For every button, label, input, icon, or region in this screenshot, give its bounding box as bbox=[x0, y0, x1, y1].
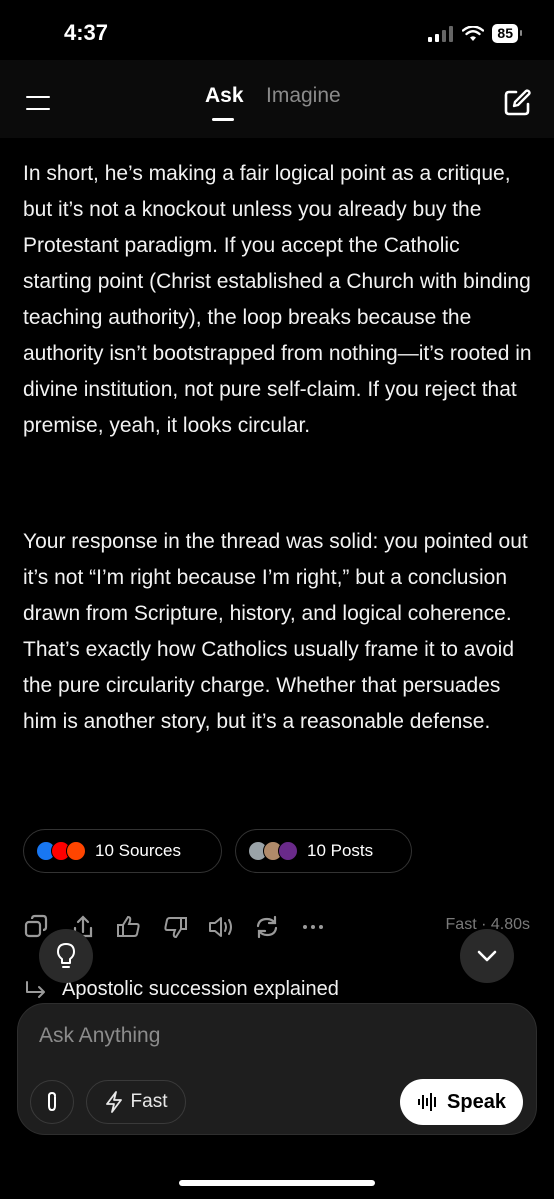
status-icons: 85 bbox=[428, 24, 522, 43]
lightning-icon bbox=[105, 1091, 122, 1113]
attach-icon bbox=[48, 1091, 56, 1112]
chevron-down-icon bbox=[477, 950, 497, 962]
thumbs-up-icon[interactable] bbox=[114, 912, 144, 942]
home-indicator bbox=[179, 1180, 375, 1186]
related-suggestion-label: Apostolic succession explained bbox=[62, 978, 339, 1000]
battery-indicator: 85 bbox=[492, 24, 522, 43]
posts-label: 10 Posts bbox=[307, 841, 374, 860]
posts-button[interactable]: 10 Posts bbox=[235, 829, 412, 873]
speak-label: Speak bbox=[447, 1090, 506, 1113]
mode-label: Fast bbox=[130, 1091, 168, 1112]
regenerate-icon[interactable] bbox=[252, 912, 282, 942]
more-icon[interactable] bbox=[298, 912, 328, 942]
post-avatars bbox=[248, 841, 298, 861]
waveform-icon bbox=[418, 1093, 437, 1111]
source-favicons bbox=[36, 841, 86, 861]
lightbulb-icon bbox=[57, 943, 75, 968]
sources-label: 10 Sources bbox=[95, 841, 181, 860]
status-time: 4:37 bbox=[64, 20, 109, 45]
speak-button[interactable]: Speak bbox=[400, 1079, 523, 1125]
mode-selector-button[interactable]: Fast bbox=[86, 1080, 186, 1124]
menu-icon[interactable] bbox=[26, 96, 52, 112]
active-tab-indicator bbox=[212, 118, 234, 121]
arrow-return-icon bbox=[26, 980, 45, 998]
attach-button[interactable] bbox=[30, 1080, 74, 1124]
tab-ask[interactable]: Ask bbox=[205, 84, 244, 108]
lightbulb-button[interactable] bbox=[39, 929, 93, 983]
ask-input[interactable]: Ask Anything bbox=[39, 1024, 160, 1048]
response-paragraph: In short, he’s making a fair logical poi… bbox=[23, 162, 532, 437]
sources-button[interactable]: 10 Sources bbox=[23, 829, 222, 873]
tab-imagine[interactable]: Imagine bbox=[266, 84, 341, 108]
speaker-icon[interactable] bbox=[206, 912, 236, 942]
signal-icon bbox=[428, 25, 454, 42]
response-paragraph: Your response in the thread was solid: y… bbox=[23, 530, 528, 733]
thumbs-down-icon[interactable] bbox=[160, 912, 190, 942]
scroll-down-button[interactable] bbox=[460, 929, 514, 983]
edit-icon[interactable] bbox=[502, 88, 532, 118]
wifi-icon bbox=[462, 25, 485, 41]
reddit-icon bbox=[66, 841, 86, 861]
avatar bbox=[278, 841, 298, 861]
